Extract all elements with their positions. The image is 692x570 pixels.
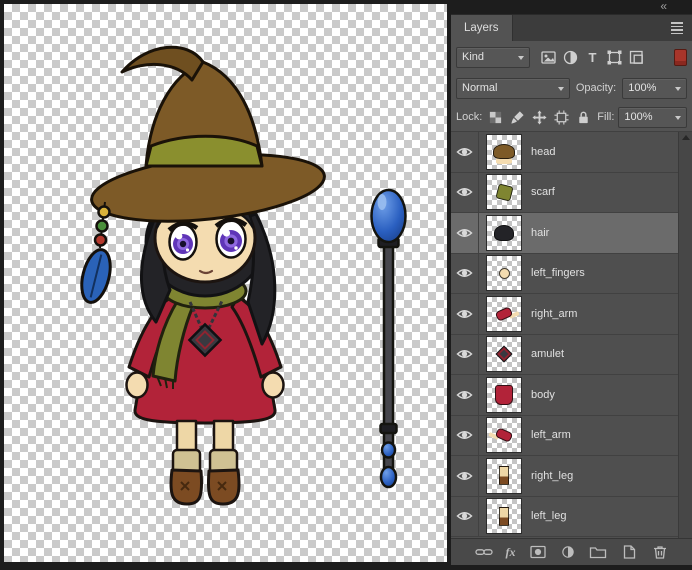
layer-row-left_arm[interactable]: left_arm xyxy=(451,415,692,456)
visibility-toggle[interactable] xyxy=(451,253,479,293)
layer-thumbnail[interactable] xyxy=(486,457,522,494)
panel-tab-bar: Layers xyxy=(451,14,692,41)
add-layer-mask-icon[interactable] xyxy=(529,544,547,560)
filter-icon-group: T xyxy=(539,48,646,67)
filter-type-layers-icon[interactable]: T xyxy=(583,48,602,67)
character-artwork xyxy=(80,45,407,506)
panel-menu-icon[interactable] xyxy=(662,15,692,41)
layer-name[interactable]: hair xyxy=(531,227,549,239)
layer-thumbnail[interactable] xyxy=(486,174,522,211)
fill-label: Fill: xyxy=(597,111,615,123)
chevron-down-icon xyxy=(675,86,681,94)
layer-row-left_leg[interactable]: left_leg xyxy=(451,496,692,537)
fill-dropdown[interactable]: 100% xyxy=(618,106,687,128)
collapse-panel-icon[interactable]: « xyxy=(660,0,667,13)
tab-layers-label: Layers xyxy=(464,22,499,34)
lock-icon-group xyxy=(486,108,593,127)
hat xyxy=(90,45,326,223)
filter-smart-objects-icon[interactable] xyxy=(627,48,646,67)
layer-row-body[interactable]: body xyxy=(451,375,692,416)
layer-row-amulet[interactable]: amulet xyxy=(451,334,692,375)
layer-row-head[interactable]: head xyxy=(451,132,692,173)
visibility-toggle[interactable] xyxy=(451,172,479,212)
hat-charm xyxy=(80,201,112,304)
layer-list-scrollbar[interactable] xyxy=(678,132,692,538)
tab-bar-spacer xyxy=(513,15,662,41)
layer-thumbnail[interactable] xyxy=(486,295,522,332)
layer-row-scarf[interactable]: scarf xyxy=(451,172,692,213)
opacity-label: Opacity: xyxy=(575,82,617,94)
layer-list: head scarf hair left_fingers right_arm a… xyxy=(451,131,692,538)
visibility-toggle[interactable] xyxy=(451,415,479,455)
layers-dock: « Layers Kind T Normal Opacity: 100% Loc… xyxy=(451,0,692,570)
new-group-icon[interactable] xyxy=(589,544,607,560)
layer-name[interactable]: head xyxy=(531,146,555,158)
visibility-toggle[interactable] xyxy=(451,294,479,334)
fill-value: 100% xyxy=(624,111,653,123)
layer-name[interactable]: right_arm xyxy=(531,308,577,320)
visibility-toggle[interactable] xyxy=(451,213,479,253)
visibility-toggle[interactable] xyxy=(451,132,479,172)
layer-thumbnail[interactable] xyxy=(486,498,522,535)
blend-mode-value: Normal xyxy=(462,82,498,94)
layer-thumbnail[interactable] xyxy=(486,255,522,292)
delete-layer-icon[interactable] xyxy=(651,544,669,560)
layer-thumbnail[interactable] xyxy=(486,417,522,454)
adjustment-layer-icon[interactable] xyxy=(560,544,576,560)
new-layer-icon[interactable] xyxy=(620,544,638,560)
kind-filter-value: Kind xyxy=(462,51,485,63)
visibility-toggle[interactable] xyxy=(451,456,479,496)
staff xyxy=(370,188,407,489)
layer-filter-toggle[interactable] xyxy=(674,48,687,66)
chevron-down-icon xyxy=(518,55,524,63)
lock-position-icon[interactable] xyxy=(530,108,549,127)
layer-style-fx-icon[interactable]: fx xyxy=(506,545,516,560)
blend-mode-dropdown[interactable]: Normal xyxy=(456,77,570,99)
opacity-value: 100% xyxy=(628,82,657,94)
layer-row-left_fingers[interactable]: left_fingers xyxy=(451,253,692,294)
visibility-toggle[interactable] xyxy=(451,375,479,415)
lock-image-pixels-icon[interactable] xyxy=(508,108,527,127)
layer-name[interactable]: body xyxy=(531,389,555,401)
lock-all-icon[interactable] xyxy=(574,108,593,127)
layer-thumbnail[interactable] xyxy=(486,336,522,373)
layer-name[interactable]: amulet xyxy=(531,348,564,360)
lock-transparent-pixels-icon[interactable] xyxy=(486,108,505,127)
filter-pixel-layers-icon[interactable] xyxy=(539,48,558,67)
lock-row: Lock: Fill: 100% xyxy=(451,103,692,131)
layer-name[interactable]: left_leg xyxy=(531,510,566,522)
filter-shape-layers-icon[interactable] xyxy=(605,48,624,67)
layer-row-right_leg[interactable]: right_leg xyxy=(451,456,692,497)
opacity-dropdown[interactable]: 100% xyxy=(622,77,687,99)
tab-layers[interactable]: Layers xyxy=(451,15,513,41)
scroll-up-icon[interactable] xyxy=(681,135,690,140)
lock-label: Lock: xyxy=(456,111,483,123)
layer-row-hair[interactable]: hair xyxy=(451,213,692,254)
layer-thumbnail[interactable] xyxy=(486,214,522,251)
layer-name[interactable]: right_leg xyxy=(531,470,573,482)
filter-row: Kind T xyxy=(451,41,692,73)
kind-filter-dropdown[interactable]: Kind xyxy=(456,46,530,68)
visibility-toggle[interactable] xyxy=(451,334,479,374)
dock-header: « xyxy=(451,0,692,14)
photoshop-window: « Layers Kind T Normal Opacity: 100% Loc… xyxy=(0,0,692,570)
layers-bottom-bar: fx xyxy=(451,538,692,565)
blend-row: Normal Opacity: 100% xyxy=(451,73,692,103)
layer-name[interactable]: left_fingers xyxy=(531,267,585,279)
visibility-toggle[interactable] xyxy=(451,496,479,536)
layer-thumbnail[interactable] xyxy=(486,133,522,170)
filter-adjustment-layers-icon[interactable] xyxy=(561,48,580,67)
svg-text:T: T xyxy=(589,50,597,65)
document-canvas[interactable] xyxy=(4,4,447,562)
chevron-down-icon xyxy=(557,86,564,94)
layers-panel: Kind T Normal Opacity: 100% Lock: Fill: … xyxy=(451,41,692,565)
layer-row-right_arm[interactable]: right_arm xyxy=(451,294,692,335)
layer-name[interactable]: left_arm xyxy=(531,429,571,441)
chevron-down-icon xyxy=(675,115,681,123)
link-layers-icon[interactable] xyxy=(474,544,493,560)
lock-artboard-icon[interactable] xyxy=(552,108,571,127)
layer-thumbnail[interactable] xyxy=(486,376,522,413)
layer-name[interactable]: scarf xyxy=(531,186,555,198)
